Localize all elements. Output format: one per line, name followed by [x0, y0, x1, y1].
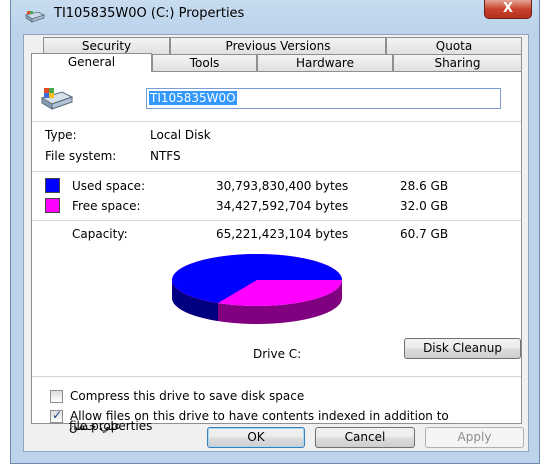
file-system-label: File system:: [45, 149, 117, 163]
drive-icon: [25, 11, 45, 23]
used-space-swatch: [45, 178, 60, 193]
used-space-size: 28.6 GB: [400, 179, 449, 193]
divider: [32, 376, 521, 377]
type-value: Local Disk: [150, 128, 211, 142]
disk-usage-pie-chart: [172, 254, 342, 324]
cancel-button[interactable]: Cancel: [315, 427, 415, 448]
tab-label: Security: [81, 39, 132, 53]
tab-sharing[interactable]: Sharing: [393, 54, 522, 71]
free-space-label: Free space:: [72, 199, 141, 213]
capacity-label: Capacity:: [72, 227, 128, 241]
capacity-bytes: 65,221,423,104 bytes: [216, 227, 349, 241]
free-space-size: 32.0 GB: [400, 199, 449, 213]
apply-label: Apply: [457, 430, 492, 444]
compress-label: Compress this drive to save disk space: [70, 389, 305, 403]
ok-label: OK: [247, 430, 265, 444]
tab-label: General: [67, 55, 116, 69]
tab-label: Sharing: [434, 56, 481, 70]
drive-label: Drive C:: [253, 347, 302, 361]
ok-button[interactable]: OK: [207, 427, 305, 448]
cancel-label: Cancel: [344, 430, 386, 444]
hard-drive-icon: [40, 88, 74, 110]
tab-label: Hardware: [296, 56, 354, 70]
window-title: TI105835W0O (C:) Properties: [54, 6, 245, 21]
close-button[interactable]: X: [484, 0, 532, 19]
general-tab-panel: TI105835W0O Type: Local Disk File system…: [31, 71, 522, 424]
free-space-swatch: [45, 198, 60, 213]
divider: [32, 220, 521, 221]
checkmark-icon: ✓: [52, 408, 63, 422]
tab-hardware[interactable]: Hardware: [257, 54, 393, 71]
tab-security[interactable]: Security: [43, 37, 170, 54]
used-space-bytes: 30,793,830,400 bytes: [216, 179, 349, 193]
tab-label: Tools: [189, 56, 220, 70]
type-label: Type:: [45, 128, 77, 142]
title-bar[interactable]: TI105835W0O (C:) Properties X: [11, 0, 539, 28]
tab-label: Previous Versions: [225, 39, 331, 53]
drive-name-input[interactable]: TI105835W0O: [146, 88, 501, 109]
apply-button[interactable]: Apply: [425, 427, 524, 448]
divider: [32, 171, 521, 172]
close-icon: X: [502, 1, 514, 16]
file-system-value: NTFS: [150, 149, 181, 163]
index-checkbox[interactable]: ✓: [50, 408, 63, 423]
tab-tools[interactable]: Tools: [152, 54, 257, 71]
drive-name-value: TI105835W0O: [149, 91, 237, 105]
tab-general[interactable]: General: [31, 53, 152, 72]
properties-window: TI105835W0O (C:) Properties X Security P…: [10, 0, 540, 464]
tab-label: Quota: [435, 39, 473, 53]
used-space-label: Used space:: [72, 179, 146, 193]
handwritten-name: علي حسن: [69, 419, 122, 433]
tab-quota[interactable]: Quota: [386, 37, 522, 54]
divider: [32, 121, 521, 122]
capacity-size: 60.7 GB: [400, 227, 449, 241]
compress-checkbox[interactable]: [50, 390, 63, 403]
disk-cleanup-label: Disk Cleanup: [423, 341, 502, 355]
free-space-bytes: 34,427,592,704 bytes: [216, 199, 349, 213]
disk-cleanup-button[interactable]: Disk Cleanup: [404, 338, 521, 359]
tab-previous-versions[interactable]: Previous Versions: [170, 37, 386, 54]
dialog-client-area: Security Previous Versions Quota General…: [23, 34, 529, 452]
